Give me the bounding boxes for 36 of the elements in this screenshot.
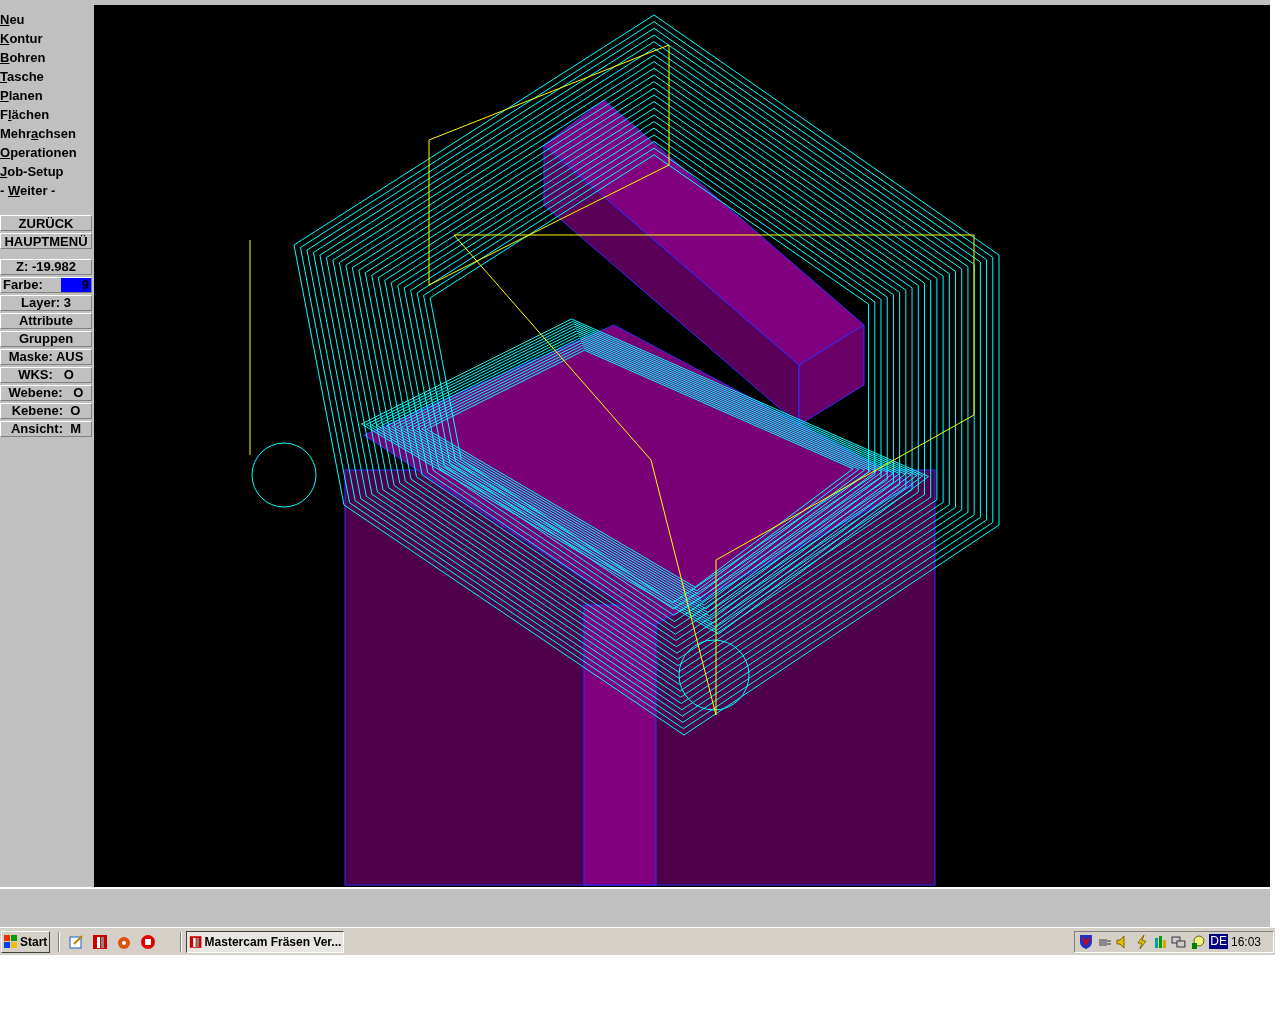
app-icon: [189, 933, 203, 950]
menu-item[interactable]: Bohren: [0, 48, 94, 67]
status-button[interactable]: Maske: AUS: [0, 349, 92, 365]
menu-item[interactable]: Planen: [0, 86, 94, 105]
color-field[interactable]: Farbe: 9: [0, 277, 92, 293]
menu-item[interactable]: Neu: [0, 10, 94, 29]
menu-item[interactable]: Kontur: [0, 29, 94, 48]
bar-meter-icon[interactable]: [1152, 933, 1169, 950]
status-button[interactable]: Kebene: O: [0, 403, 92, 419]
status-button[interactable]: Gruppen: [0, 331, 92, 347]
nav-button[interactable]: ZURÜCK: [0, 215, 92, 231]
status-button[interactable]: Z: -19.982: [0, 259, 92, 275]
menu-item[interactable]: - Weiter -: [0, 181, 94, 200]
start-button[interactable]: Start: [1, 930, 51, 953]
taskbar-task[interactable]: Mastercam Fräsen Ver...: [186, 930, 345, 953]
network-icon[interactable]: [1171, 933, 1188, 950]
app-icon[interactable]: [92, 933, 109, 950]
status-button[interactable]: Webene: O: [0, 385, 92, 401]
menu-item[interactable]: Flächen: [0, 105, 94, 124]
language-indicator[interactable]: DE: [1209, 934, 1228, 949]
menu-item[interactable]: Job-Setup: [0, 162, 94, 181]
menu-item[interactable]: Mehrachsen: [0, 124, 94, 143]
shield-icon[interactable]: [1079, 933, 1093, 950]
bulb-icon[interactable]: [1190, 933, 1207, 950]
status-button[interactable]: Layer: 3: [0, 295, 92, 311]
windows-logo-icon: [4, 934, 18, 949]
status-button[interactable]: Attribute: [0, 313, 92, 329]
menu-item[interactable]: Operationen: [0, 143, 94, 162]
status-button[interactable]: Ansicht: M: [0, 421, 92, 437]
color-swatch: 9: [61, 278, 91, 292]
nav-button[interactable]: HAUPTMENÜ: [0, 233, 92, 249]
notepad-icon[interactable]: [68, 933, 85, 950]
clock: 16:03: [1230, 933, 1261, 951]
menu-item[interactable]: Tasche: [0, 67, 94, 86]
color-label: Farbe:: [3, 278, 43, 292]
status-button[interactable]: WKS: O: [0, 367, 92, 383]
